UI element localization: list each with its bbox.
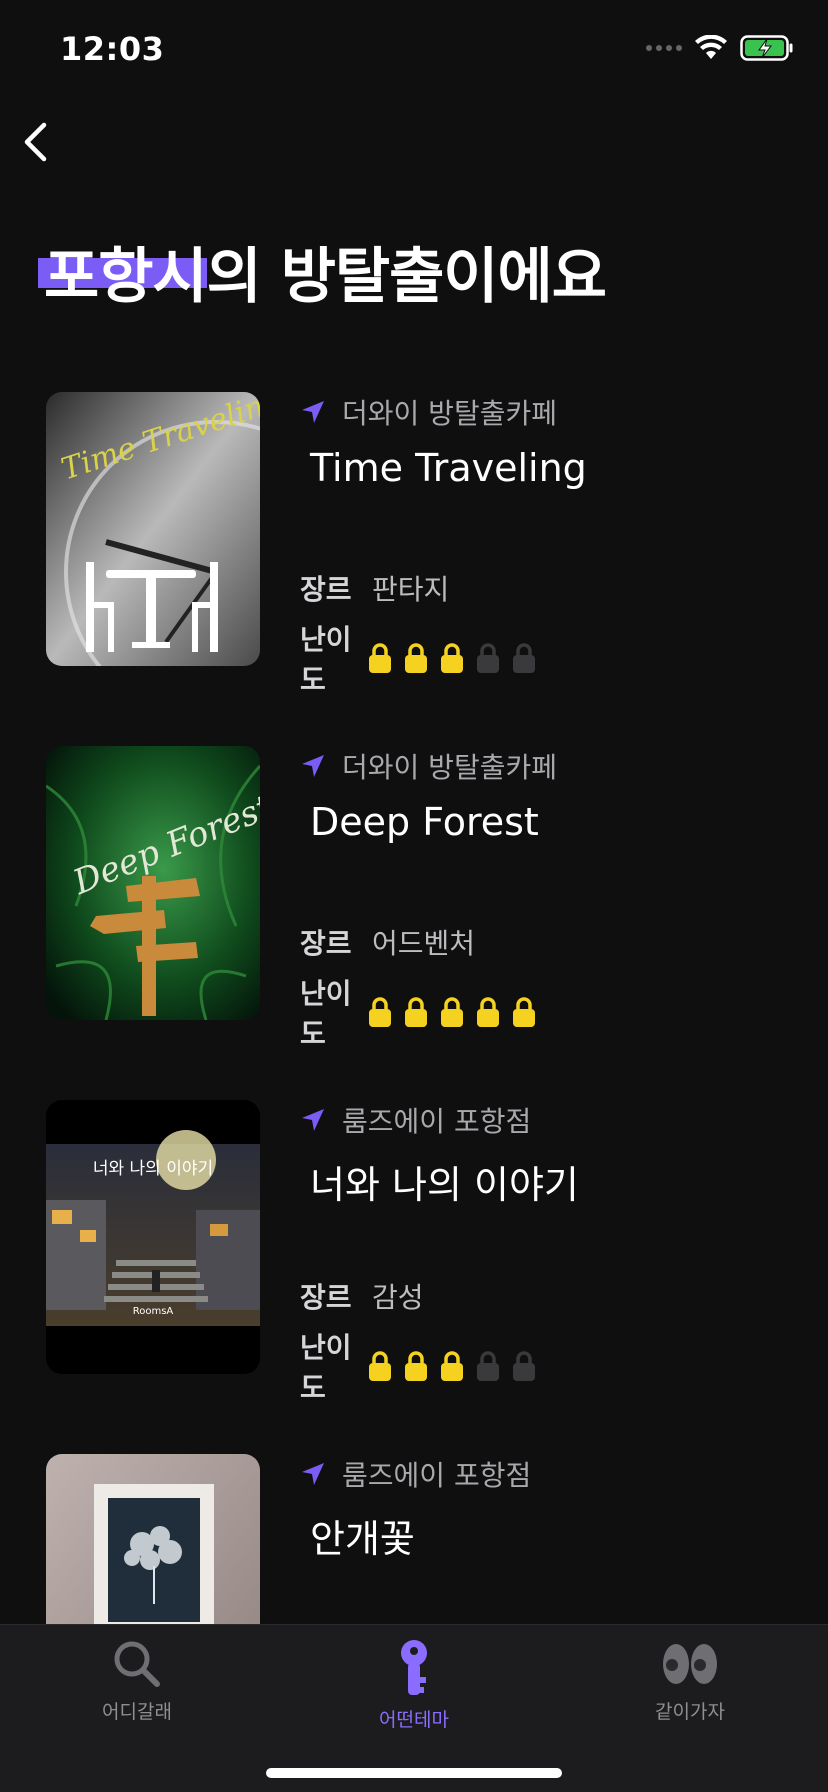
lock-filled-icon [441, 997, 463, 1027]
lock-filled-icon [405, 1351, 427, 1381]
back-button[interactable] [22, 118, 62, 166]
genre-row: 장르 감성 [300, 1276, 424, 1316]
wifi-icon [695, 35, 727, 59]
tab-label: 같이가자 [655, 1701, 725, 1723]
theme-title: 안개꽃 [310, 1517, 415, 1561]
chevron-left-icon [24, 122, 47, 162]
status-icons [646, 34, 794, 62]
lock-empty-icon [477, 643, 499, 673]
genre-label: 장르 [300, 927, 352, 960]
cafe-name: 룸즈에이 포항점 [342, 1105, 532, 1138]
lock-filled-icon [441, 1351, 463, 1381]
page-title: 포항시의 방탈출이에요 [38, 228, 607, 315]
genre-value: 판타지 [372, 573, 450, 606]
home-indicator [266, 1768, 562, 1778]
key-icon [401, 1640, 427, 1695]
tab-label: 어디갈래 [102, 1701, 172, 1723]
level-locks [368, 1350, 536, 1382]
title-rest: 의 방탈출이에요 [206, 242, 607, 312]
genre-value: 감성 [372, 1281, 424, 1314]
theme-list: Time Traveling 더와이 방탈출카페 Time Traveling … [0, 392, 828, 1792]
cafe-name: 더와이 방탈출카페 [342, 397, 557, 430]
level-label: 난이도 [300, 977, 352, 1050]
search-icon [114, 1641, 160, 1687]
level-locks [368, 642, 536, 674]
genre-label: 장르 [300, 573, 352, 606]
lock-filled-icon [369, 1351, 391, 1381]
lock-filled-icon [369, 643, 391, 673]
location-arrow-icon [302, 1463, 324, 1485]
eyes-icon [663, 1644, 717, 1684]
level-label: 난이도 [300, 623, 352, 696]
theme-poster: Time Traveling [46, 392, 260, 666]
lock-filled-icon [405, 997, 427, 1027]
status-time: 12:03 [60, 30, 165, 68]
tab-label: 어떤테마 [379, 1709, 449, 1731]
level-row: 난이도 [300, 972, 536, 1052]
level-row: 난이도 [300, 618, 536, 698]
theme-title: 너와 나의 이야기 [310, 1163, 579, 1207]
genre-value: 어드벤처 [372, 927, 476, 960]
theme-poster: 너와 나의 이야기 RoomsA [46, 1100, 260, 1374]
theme-poster: Deep Forest [46, 746, 260, 1020]
cafe-name: 더와이 방탈출카페 [342, 751, 557, 784]
theme-card[interactable]: Deep Forest 더와이 방탈출카페 Deep Forest 장르 어드벤… [0, 746, 828, 1100]
cafe-location[interactable]: 룸즈에이 포항점 [300, 1454, 800, 1494]
cafe-location[interactable]: 더와이 방탈출카페 [300, 746, 800, 786]
tab-bar: 어디갈래 어떤테마 같이가자 [0, 1624, 828, 1792]
lock-empty-icon [477, 1351, 499, 1381]
status-bar: 12:03 [0, 0, 828, 100]
battery-icon [740, 35, 793, 61]
genre-label: 장르 [300, 1281, 352, 1314]
cafe-location[interactable]: 룸즈에이 포항점 [300, 1100, 800, 1140]
lock-filled-icon [477, 997, 499, 1027]
theme-card[interactable]: Time Traveling 더와이 방탈출카페 Time Traveling … [0, 392, 828, 746]
title-highlight: 포항시 [38, 228, 208, 315]
theme-card[interactable]: 너와 나의 이야기 RoomsA 룸즈에이 포항점 너와 나의 이야기 장르 감… [0, 1100, 828, 1454]
lock-filled-icon [405, 643, 427, 673]
location-arrow-icon [302, 755, 324, 777]
theme-title: Time Traveling [310, 446, 587, 490]
lock-empty-icon [513, 643, 535, 673]
tab-which-theme[interactable]: 어떤테마 [324, 1639, 504, 1732]
lock-filled-icon [441, 643, 463, 673]
location-arrow-icon [302, 401, 324, 423]
tab-where[interactable]: 어디갈래 [47, 1639, 227, 1724]
location-arrow-icon [302, 1109, 324, 1131]
level-label: 난이도 [300, 1331, 352, 1404]
signal-icon [646, 45, 682, 51]
lock-filled-icon [369, 997, 391, 1027]
level-row: 난이도 [300, 1326, 536, 1406]
cafe-name: 룸즈에이 포항점 [342, 1459, 532, 1492]
genre-row: 장르 판타지 [300, 568, 449, 608]
lock-empty-icon [513, 1351, 535, 1381]
lock-filled-icon [513, 997, 535, 1027]
tab-together[interactable]: 같이가자 [600, 1639, 780, 1724]
poster-brand: RoomsA [133, 1306, 174, 1317]
genre-row: 장르 어드벤처 [300, 922, 475, 962]
level-locks [368, 996, 536, 1028]
cafe-location[interactable]: 더와이 방탈출카페 [300, 392, 800, 432]
theme-title: Deep Forest [310, 800, 539, 844]
poster-text: 너와 나의 이야기 [93, 1159, 213, 1179]
